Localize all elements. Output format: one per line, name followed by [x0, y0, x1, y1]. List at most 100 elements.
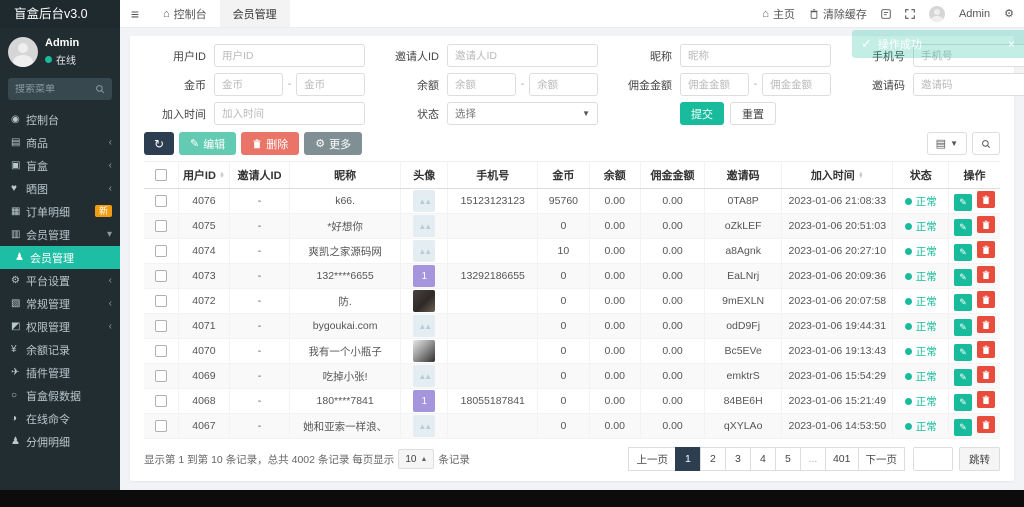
nickname-input[interactable]	[680, 44, 831, 67]
balance-max-input[interactable]	[529, 73, 598, 96]
sidebar-item-4[interactable]: ▦ 订单明细 新	[0, 200, 120, 223]
table-row: 4073-132****6655 1 1329218665500.00 0.00…	[144, 264, 1000, 289]
row-edit-button[interactable]: ✎	[954, 219, 972, 236]
row-checkbox[interactable]	[155, 195, 167, 207]
row-checkbox[interactable]	[155, 395, 167, 407]
sidebar-item-13[interactable]: ◑ 在线命令	[0, 407, 120, 430]
next-page-button[interactable]: 下一页	[858, 447, 906, 471]
join-time-input[interactable]	[214, 102, 365, 125]
row-edit-button[interactable]: ✎	[954, 419, 972, 436]
row-edit-button[interactable]: ✎	[954, 369, 972, 386]
row-edit-button[interactable]: ✎	[954, 344, 972, 361]
search-toggle-button[interactable]	[972, 132, 1000, 155]
toast-message: 操作成功	[878, 36, 1008, 52]
select-all-checkbox[interactable]	[155, 169, 167, 181]
column-header[interactable]: 用户ID▲▼	[178, 162, 229, 189]
jump-button[interactable]: 跳转	[959, 447, 1000, 471]
refresh-button[interactable]: ↻	[144, 132, 174, 155]
sidebar-item-14[interactable]: ♟ 分佣明细	[0, 430, 120, 453]
edit-button[interactable]: ✎编辑	[179, 132, 236, 155]
home-link[interactable]: ⌂主页	[762, 6, 795, 22]
sidebar-item-0[interactable]: ◉ 控制台	[0, 108, 120, 131]
page-button-3[interactable]: 3	[725, 447, 751, 471]
tab-members[interactable]: 会员管理	[220, 0, 290, 27]
page-button-401[interactable]: 401	[825, 447, 859, 471]
sidebar-item-10[interactable]: ¥ 余额记录	[0, 338, 120, 361]
search-icon[interactable]	[95, 84, 105, 94]
sidebar-item-5[interactable]: ▥ 会员管理 ▾	[0, 223, 120, 246]
prev-page-button[interactable]: 上一页	[628, 447, 676, 471]
sidebar-item-3[interactable]: ♥ 晒图 ‹	[0, 177, 120, 200]
row-delete-button[interactable]	[977, 366, 995, 383]
sidebar-item-1[interactable]: ▤ 商品 ‹	[0, 131, 120, 154]
row-checkbox[interactable]	[155, 320, 167, 332]
bottom-bar	[0, 490, 1024, 507]
user-avatar	[413, 190, 435, 212]
row-edit-button[interactable]: ✎	[954, 244, 972, 261]
jump-page-input[interactable]	[913, 447, 953, 471]
sidebar-item-2[interactable]: ▣ 盲盒 ‹	[0, 154, 120, 177]
balance-min-input[interactable]	[447, 73, 516, 96]
page-button-4[interactable]: 4	[750, 447, 776, 471]
page-button-2[interactable]: 2	[700, 447, 726, 471]
row-delete-button[interactable]	[977, 391, 995, 408]
commission-min-input[interactable]	[680, 73, 749, 96]
row-delete-button[interactable]	[977, 241, 995, 258]
row-edit-button[interactable]: ✎	[954, 294, 972, 311]
gold-max-input[interactable]	[296, 73, 365, 96]
row-checkbox[interactable]	[155, 420, 167, 432]
row-edit-button[interactable]: ✎	[954, 319, 972, 336]
page-button-1[interactable]: 1	[675, 447, 701, 471]
sidebar-item-11[interactable]: ✈ 插件管理	[0, 361, 120, 384]
avatar[interactable]	[929, 6, 945, 22]
hamburger-icon[interactable]: ≡	[120, 0, 150, 27]
sidebar-item-7[interactable]: ⚙ 平台设置 ‹	[0, 269, 120, 292]
page-size-select[interactable]: 10▲	[398, 449, 434, 469]
row-checkbox[interactable]	[155, 220, 167, 232]
fullscreen-icon[interactable]	[905, 9, 915, 19]
row-delete-button[interactable]	[977, 316, 995, 333]
trash-icon	[982, 295, 990, 305]
row-delete-button[interactable]	[977, 291, 995, 308]
clear-cache-link[interactable]: 清除缓存	[809, 6, 867, 22]
row-checkbox[interactable]	[155, 245, 167, 257]
row-delete-button[interactable]	[977, 416, 995, 433]
row-delete-button[interactable]	[977, 216, 995, 233]
row-checkbox[interactable]	[155, 370, 167, 382]
more-button[interactable]: ⚙更多	[304, 132, 362, 155]
columns-button[interactable]: ▤▼	[927, 132, 967, 155]
gear-icon[interactable]: ⚙	[1004, 7, 1014, 20]
row-edit-button[interactable]: ✎	[954, 194, 972, 211]
row-edit-button[interactable]: ✎	[954, 394, 972, 411]
commission-max-input[interactable]	[762, 73, 831, 96]
delete-button[interactable]: 删除	[241, 132, 299, 155]
user-id-input[interactable]	[214, 44, 365, 67]
table-row: 4067-她和亚索一样浪、 00.00 0.00qXYLAo2023-01-06…	[144, 414, 1000, 439]
user-menu[interactable]: Admin	[959, 8, 990, 20]
invite-code-input[interactable]	[913, 73, 1024, 96]
status-badge: 正常	[916, 196, 937, 208]
row-checkbox[interactable]	[155, 295, 167, 307]
table-toolbar: ↻ ✎编辑 删除 ⚙更多 ▤▼	[144, 132, 1000, 155]
reset-button[interactable]: 重置	[730, 102, 776, 125]
row-checkbox[interactable]	[155, 270, 167, 282]
sidebar-search-input[interactable]	[15, 84, 95, 95]
sidebar-item-9[interactable]: ◩ 权限管理 ‹	[0, 315, 120, 338]
sidebar-item-12[interactable]: ○ 盲盒假数据	[0, 384, 120, 407]
lock-screen-icon[interactable]	[881, 9, 891, 19]
column-header[interactable]: 加入时间▲▼	[782, 162, 893, 189]
status-select[interactable]: 选择 ▼	[447, 102, 598, 125]
sidebar-item-8[interactable]: ▧ 常规管理 ‹	[0, 292, 120, 315]
row-delete-button[interactable]	[977, 341, 995, 358]
row-delete-button[interactable]	[977, 191, 995, 208]
close-icon[interactable]: ×	[1008, 37, 1015, 51]
gold-min-input[interactable]	[214, 73, 283, 96]
tab-console[interactable]: ⌂ 控制台	[150, 0, 220, 27]
row-delete-button[interactable]	[977, 266, 995, 283]
sidebar-item-6[interactable]: ♟ 会员管理	[0, 246, 120, 269]
submit-button[interactable]: 提交	[680, 102, 724, 125]
row-edit-button[interactable]: ✎	[954, 269, 972, 286]
page-button-5[interactable]: 5	[775, 447, 801, 471]
inviter-id-input[interactable]	[447, 44, 598, 67]
row-checkbox[interactable]	[155, 345, 167, 357]
